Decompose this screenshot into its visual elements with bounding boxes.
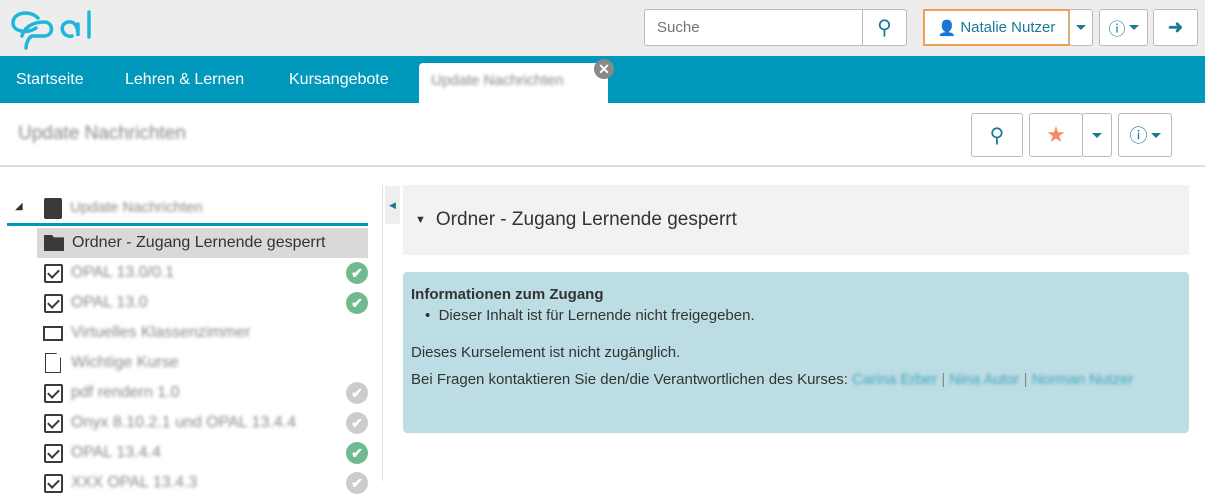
nav-kursangebote[interactable]: Kursangebote xyxy=(289,71,389,89)
nav-startseite[interactable]: Startseite xyxy=(16,71,84,89)
access-info-box: Informationen zum Zugang • Dieser Inhalt… xyxy=(403,272,1189,433)
page-title: Update Nachrichten xyxy=(18,123,186,144)
checkbox-icon xyxy=(44,293,63,313)
caret-down-icon xyxy=(1150,132,1161,138)
checkbox-icon xyxy=(44,473,63,493)
tab-course[interactable]: Update Nachrichten xyxy=(419,63,608,103)
info-line1: Dieses Kurselement ist nicht zugänglich. xyxy=(411,344,681,361)
caret-down-icon xyxy=(1092,132,1102,138)
caret-down-icon xyxy=(1076,25,1086,30)
info-line2: Bei Fragen kontaktieren Sie den/die Vera… xyxy=(411,371,848,388)
user-menu-button[interactable]: 👤 Natalie Nutzer xyxy=(923,9,1070,46)
help-icon: ⓘ xyxy=(1108,20,1126,39)
tree-item-label: OPAL 13.4.4 xyxy=(71,444,161,461)
status-check-icon: ✔ xyxy=(346,292,368,314)
status-check-icon: ✔ xyxy=(346,262,368,284)
tree-item-label: Onyx 8.10.2.1 und OPAL 13.4.4 xyxy=(71,414,297,431)
checkbox-icon xyxy=(44,263,63,283)
checkbox-icon xyxy=(44,413,63,433)
course-tree: ◢ Update Nachrichten Ordner - Zugang Ler… xyxy=(0,167,383,494)
tree-item-label: pdf rendern 1.0 xyxy=(71,384,180,401)
contact-link[interactable]: Norman Nutzer xyxy=(1032,371,1134,388)
user-name: Natalie Nutzer xyxy=(960,19,1056,36)
opal-logo[interactable] xyxy=(10,8,100,52)
tree-item-label: Virtuelles Klassenzimmer xyxy=(71,324,251,341)
tree-item[interactable]: Virtuelles Klassenzimmer xyxy=(37,318,368,348)
tree-root-label[interactable]: Update Nachrichten xyxy=(70,199,203,216)
splitter[interactable] xyxy=(382,185,383,481)
status-check-icon: ✔ xyxy=(346,442,368,464)
info-title: Informationen zum Zugang xyxy=(411,286,604,303)
contact-link[interactable]: Nina Autor xyxy=(949,371,1019,388)
tree-item-label: Ordner - Zugang Lernende gesperrt xyxy=(72,234,326,251)
tree-item[interactable]: pdf rendern 1.0 ✔ xyxy=(37,378,368,408)
page-icon xyxy=(45,353,61,373)
monitor-icon xyxy=(43,325,63,341)
tree-item-label: OPAL 13.0/0.1 xyxy=(71,264,175,281)
caret-down-icon[interactable]: ▼ xyxy=(415,214,426,226)
checkbox-icon xyxy=(44,383,63,403)
course-search-button[interactable]: ⚲ xyxy=(971,113,1023,157)
tree-item-label: Wichtige Kurse xyxy=(71,354,179,371)
course-help-button[interactable]: ⓘ xyxy=(1118,113,1172,157)
tree-item[interactable]: XXX OPAL 13.4.3 ✔ xyxy=(37,468,368,498)
book-icon xyxy=(44,198,62,219)
tab-course-label: Update Nachrichten xyxy=(431,72,564,89)
tree-item[interactable]: OPAL 13.0/0.1 ✔ xyxy=(37,258,368,288)
tree-item[interactable]: Onyx 8.10.2.1 und OPAL 13.4.4 ✔ xyxy=(37,408,368,438)
caret-down-icon xyxy=(1128,25,1139,30)
tree-root-underline xyxy=(7,223,368,226)
star-icon: ★ xyxy=(1046,122,1066,147)
contact-link[interactable]: Carina Erber xyxy=(852,371,937,388)
tree-item-selected[interactable]: Ordner - Zugang Lernende gesperrt xyxy=(37,228,368,258)
logout-icon: ➜ xyxy=(1167,17,1184,37)
tree-item[interactable]: OPAL 13.0 ✔ xyxy=(37,288,368,318)
status-check-icon: ✔ xyxy=(346,382,368,404)
collapse-sidebar-icon[interactable]: ◀ xyxy=(385,186,400,224)
header: ⚲ 👤Natalie Nutzer ⓘ ➜ xyxy=(0,0,1205,56)
bullet-icon: • xyxy=(425,307,439,324)
content-heading: Ordner - Zugang Lernende gesperrt xyxy=(435,209,737,230)
nav-lehren-lernen[interactable]: Lehren & Lernen xyxy=(125,71,244,89)
close-tab-icon[interactable]: ✕ xyxy=(594,59,614,79)
checkbox-icon xyxy=(44,443,63,463)
logout-button[interactable]: ➜ xyxy=(1153,9,1198,46)
help-button[interactable]: ⓘ xyxy=(1099,9,1148,46)
user-icon: 👤 xyxy=(937,19,957,37)
folder-icon xyxy=(44,235,64,251)
search-icon: ⚲ xyxy=(877,17,892,39)
tree-item-label: XXX OPAL 13.4.3 xyxy=(71,474,198,491)
user-dropdown-button[interactable] xyxy=(1069,9,1093,46)
favorite-button[interactable]: ★ xyxy=(1029,113,1083,157)
search-button[interactable]: ⚲ xyxy=(862,9,907,46)
search-input[interactable] xyxy=(644,9,863,46)
content-header: ▼ Ordner - Zugang Lernende gesperrt xyxy=(403,185,1189,255)
status-check-icon: ✔ xyxy=(346,472,368,494)
tree-item-label: OPAL 13.0 xyxy=(71,294,148,311)
tree-item[interactable]: Wichtige Kurse xyxy=(37,348,368,378)
collapse-icon[interactable]: ◢ xyxy=(15,201,23,212)
help-icon: ⓘ xyxy=(1129,126,1148,146)
status-check-icon: ✔ xyxy=(346,412,368,434)
info-bullet: Dieser Inhalt ist für Lernende nicht fre… xyxy=(438,307,755,324)
tree-item[interactable]: OPAL 13.4.4 ✔ xyxy=(37,438,368,468)
search-icon: ⚲ xyxy=(989,124,1005,147)
favorite-dropdown-button[interactable] xyxy=(1082,113,1112,157)
